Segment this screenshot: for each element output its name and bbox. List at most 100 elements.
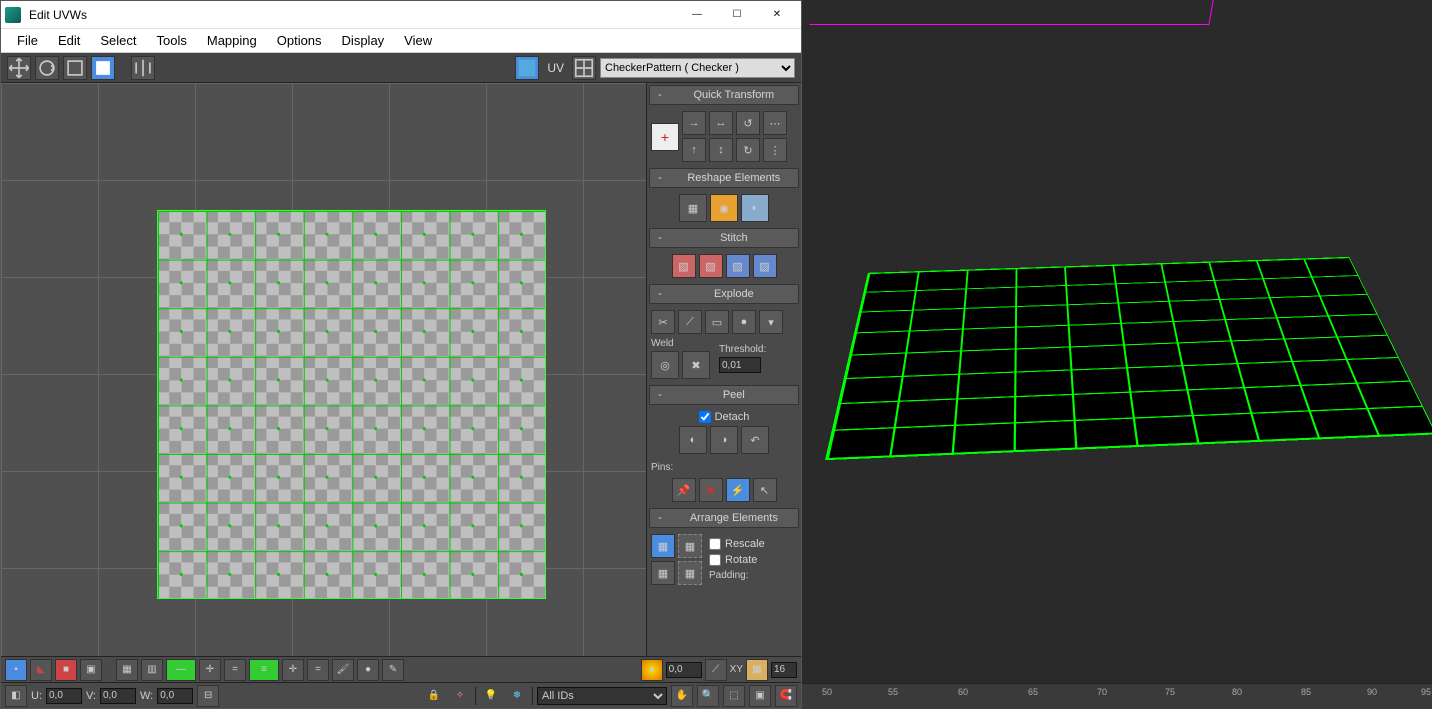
break-edge-btn[interactable]: ⟋ [678,310,702,334]
zoom-region-btn[interactable]: ⬚ [723,685,745,707]
softsel-radius-input[interactable] [666,662,702,678]
tile-btn[interactable]: ▦ [746,659,768,681]
show-map-toggle[interactable] [515,56,539,80]
grow-select-btn[interactable]: — [166,659,196,681]
space-v-btn[interactable]: ⋮ [763,138,787,162]
rollout-quick-transform[interactable]: -Quick Transform [649,85,799,105]
uv-tile-area[interactable] [157,210,546,599]
select-by-element-btn[interactable]: ▦ [116,659,138,681]
falloff-btn[interactable]: ⟋ [705,659,727,681]
pin-add-btn[interactable]: 📌 [672,478,696,502]
pin-remove-btn[interactable]: ✖ [699,478,723,502]
quick-peel-btn[interactable]: ◐ [679,426,707,454]
menu-tools[interactable]: Tools [147,31,197,50]
menu-edit[interactable]: Edit [48,31,90,50]
relax-btn[interactable]: ◉ [710,194,738,222]
rotate-cw-btn[interactable]: ↻ [736,138,760,162]
rotate-tool[interactable] [35,56,59,80]
rescale-checkbox[interactable] [709,538,721,550]
face-mode-btn[interactable]: ■ [55,659,77,681]
element-mode-btn[interactable]: ▣ [80,659,102,681]
vertex-mode-btn[interactable]: ▪ [5,659,27,681]
stitch-custom-btn[interactable]: ▨ [753,254,777,278]
3d-viewport[interactable]: 50 55 60 65 70 75 80 85 90 95 [802,0,1432,709]
mirror-tool[interactable] [131,56,155,80]
pack-custom-btn[interactable]: ▦ [678,534,702,558]
menu-view[interactable]: View [394,31,442,50]
ring-btn[interactable]: = [307,659,329,681]
move-tool[interactable] [7,56,31,80]
weld-all-btn[interactable]: ✖ [682,351,710,379]
flatten-by-mat-btn[interactable]: ● [732,310,756,334]
detach-checkbox[interactable] [699,411,711,423]
menu-options[interactable]: Options [267,31,332,50]
menu-display[interactable]: Display [332,31,395,50]
minimize-button[interactable]: — [677,1,717,29]
freeform-tool[interactable] [91,56,115,80]
flatten-btn[interactable]: ▭ [705,310,729,334]
flatten-custom-btn[interactable]: ▾ [759,310,783,334]
rotate-checkbox[interactable] [709,554,721,566]
pack-normalize-btn[interactable]: ▦ [651,534,675,558]
rollout-arrange[interactable]: -Arrange Elements [649,508,799,528]
menu-select[interactable]: Select [90,31,146,50]
zoom-btn[interactable]: 🔍 [697,685,719,707]
relax-custom-btn[interactable]: ◐ [741,194,769,222]
pack-tile-btn[interactable]: ▦ [678,561,702,585]
menu-mapping[interactable]: Mapping [197,31,267,50]
pin-select-btn[interactable]: ↖ [753,478,777,502]
brush-btn[interactable]: 🖌 [332,659,354,681]
peel-reset-btn[interactable]: ↶ [741,426,769,454]
rotate-ccw-btn[interactable]: ↺ [736,111,760,135]
weld-selected-btn[interactable]: ◎ [651,351,679,379]
zoom-extents-btn[interactable]: ▣ [749,685,771,707]
add-sel-btn[interactable]: ✛ [199,659,221,681]
tile-input[interactable] [771,662,797,678]
flip-v-btn[interactable]: ↕ [709,138,733,162]
break-btn[interactable]: ✂ [651,310,675,334]
uv-plane-mesh[interactable] [825,257,1432,460]
rollout-explode[interactable]: -Explode [649,284,799,304]
maximize-button[interactable]: ☐ [717,1,757,29]
w-input[interactable] [157,688,193,704]
space-h-btn[interactable]: ⋯ [763,111,787,135]
remove-sel-btn[interactable]: = [224,659,246,681]
lock-aspect-btn[interactable]: ⊟ [197,685,219,707]
flip-h-btn[interactable]: ↔ [709,111,733,135]
rollout-stitch[interactable]: -Stitch [649,228,799,248]
align-center-btn[interactable]: + [651,123,679,151]
abs-rel-toggle[interactable]: ◧ [5,685,27,707]
material-id-select[interactable]: All IDs [537,687,667,705]
edge-mode-btn[interactable]: ◣ [30,659,52,681]
peel-btn[interactable]: ◑ [710,426,738,454]
grid-icon[interactable] [572,56,596,80]
shrink-select-btn[interactable]: ≡ [249,659,279,681]
stitch-target-btn[interactable]: ▨ [699,254,723,278]
brush-settings-btn[interactable]: ✎ [382,659,404,681]
snap-btn[interactable]: 🧲 [775,685,797,707]
light-icon[interactable]: 💡 [480,685,502,707]
snow-icon[interactable]: ❄ [506,685,528,707]
loop-btn[interactable]: ✛ [282,659,304,681]
uv-canvas[interactable] [1,83,646,656]
v-input[interactable] [100,688,136,704]
softsel-toggle[interactable]: ● [641,659,663,681]
pack-together-btn[interactable]: ▦ [651,561,675,585]
texture-dropdown[interactable]: CheckerPattern ( Checker ) [600,58,795,78]
u-input[interactable] [46,688,82,704]
close-button[interactable]: ✕ [757,1,797,29]
rollout-peel[interactable]: -Peel [649,385,799,405]
align-up-btn[interactable]: ↑ [682,138,706,162]
relax-brush-btn[interactable]: ● [357,659,379,681]
stitch-average-btn[interactable]: ▧ [726,254,750,278]
rollout-reshape[interactable]: -Reshape Elements [649,168,799,188]
scale-tool[interactable] [63,56,87,80]
straighten-btn[interactable]: ▦ [679,194,707,222]
stitch-source-btn[interactable]: ▧ [672,254,696,278]
align-right-btn[interactable]: → [682,111,706,135]
pan-btn[interactable]: ✋ [671,685,693,707]
options-icon[interactable]: ✧ [449,685,471,707]
lock-icon[interactable]: 🔒 [423,685,445,707]
paint-select-btn[interactable]: ▥ [141,659,163,681]
timeline-ruler[interactable]: 50 55 60 65 70 75 80 85 90 95 [802,683,1432,709]
